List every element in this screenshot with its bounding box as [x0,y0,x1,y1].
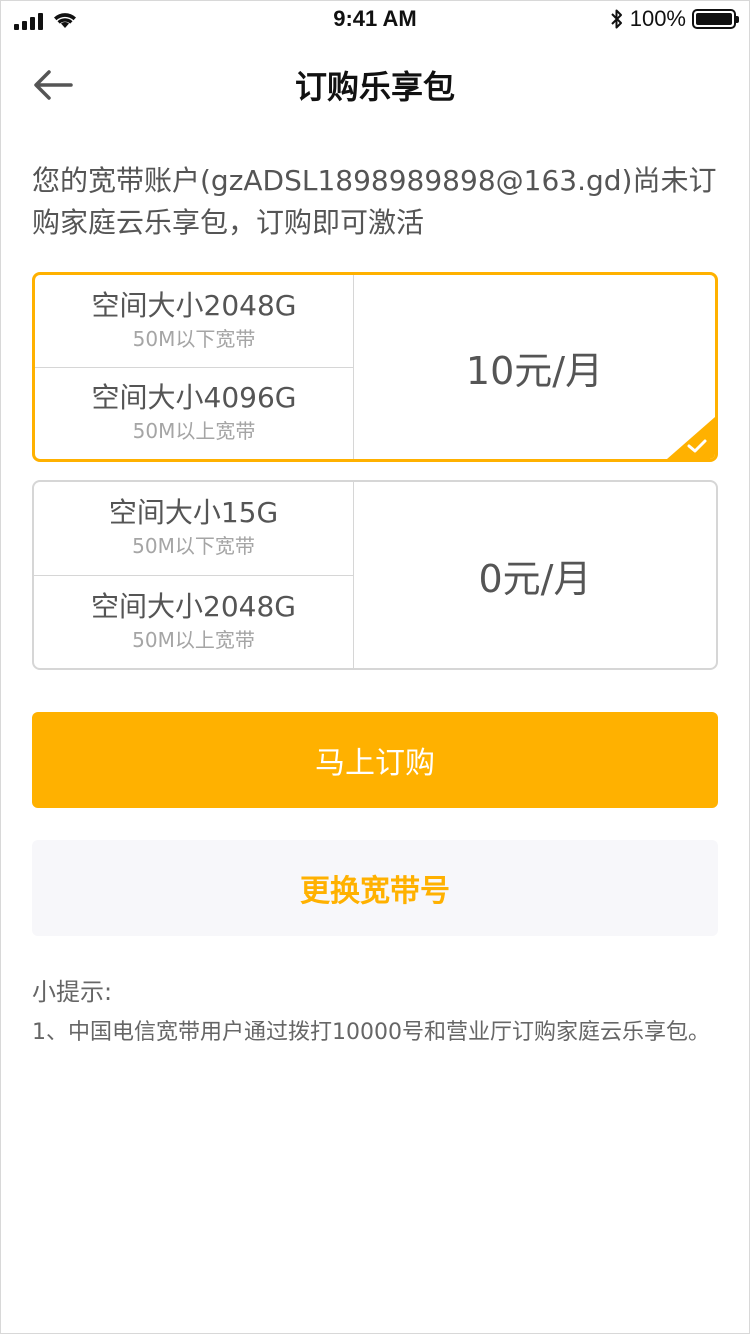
account-notice: 您的宽带账户(gzADSL1898989898@163.gd)尚未订购家庭云乐享… [32,164,717,239]
tips-title: 小提示: [32,978,113,1006]
page-title: 订购乐享包 [294,68,455,106]
plan-tiers: 空间大小2048G 50M以下宽带 空间大小4096G 50M以上宽带 [35,275,354,459]
selected-check-icon [667,417,715,459]
plan-price: 0元/月 [478,556,592,601]
plan-tier: 空间大小2048G 50M以下宽带 [35,275,353,367]
battery-level [696,13,732,25]
plan-tier: 空间大小2048G 50M以上宽带 [34,574,353,669]
battery-icon [692,9,739,29]
change-account-button[interactable]: 更换宽带号 [32,840,718,936]
plan-price-area: 10元/月 [354,275,715,459]
plan-tier: 空间大小4096G 50M以上宽带 [35,366,353,460]
battery-percent: 100% [629,6,686,31]
plan-option-10-yuan[interactable]: 空间大小2048G 50M以下宽带 空间大小4096G 50M以上宽带 10元/… [32,272,718,462]
plan-tier: 空间大小15G 50M以下宽带 [34,482,353,575]
tier-size: 空间大小2048G [91,589,296,623]
tier-bandwidth: 50M以下宽带 [132,534,255,559]
tier-size: 空间大小15G [108,496,279,530]
tier-bandwidth: 50M以上宽带 [132,419,256,444]
plan-option-0-yuan[interactable]: 空间大小15G 50M以下宽带 空间大小2048G 50M以上宽带 0元/月 [32,480,718,670]
plan-tiers: 空间大小15G 50M以下宽带 空间大小2048G 50M以上宽带 [34,482,354,668]
nav-bar: 订购乐享包 [0,40,750,128]
tier-size: 空间大小2048G [91,288,297,322]
bluetooth-icon [611,9,622,29]
status-bar: 9:41 AM 100% [0,0,750,40]
plan-price-area: 0元/月 [354,482,716,668]
tier-bandwidth: 50M以下宽带 [132,326,256,351]
tier-size: 空间大小4096G [91,381,297,415]
tier-bandwidth: 50M以上宽带 [132,627,255,652]
status-right: 100% [610,6,739,32]
tips-item: 1、中国电信宽带用户通过拨打10000号和营业厅订购家庭云乐享包。 [32,1020,710,1045]
plan-price: 10元/月 [465,348,604,393]
order-now-button[interactable]: 马上订购 [32,712,718,808]
